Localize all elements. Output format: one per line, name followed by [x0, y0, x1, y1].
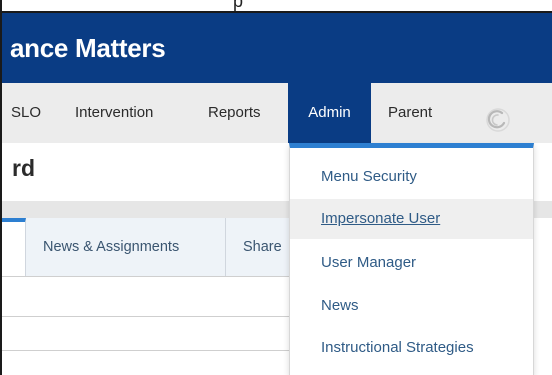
nav-item-parent[interactable]: Parent: [388, 83, 432, 143]
tab-share[interactable]: Share: [227, 218, 291, 276]
nav-item-slo[interactable]: SLO: [11, 83, 41, 143]
tab-news-assignments[interactable]: News & Assignments: [27, 218, 226, 276]
nav-item-admin[interactable]: Admin: [288, 83, 371, 143]
divider: [0, 316, 290, 317]
page-title: rd: [12, 155, 35, 181]
menu-item-menu-security[interactable]: Menu Security: [290, 157, 533, 197]
menu-item-impersonate-user[interactable]: Impersonate User: [290, 199, 533, 239]
app-title: ance Matters: [10, 33, 166, 63]
divider: [0, 276, 290, 277]
app-screen: p ance Matters SLO Intervention Reports …: [0, 0, 552, 375]
divider: [0, 350, 290, 351]
admin-dropdown-menu: Menu Security Impersonate User User Mana…: [289, 143, 534, 375]
app-header: ance Matters: [0, 13, 552, 83]
top-border: [0, 11, 552, 13]
loading-spinner-icon: [486, 108, 510, 132]
menu-item-instructional-strategies[interactable]: Instructional Strategies: [290, 328, 533, 368]
menu-item-user-manager[interactable]: User Manager: [290, 243, 533, 283]
main-nav: SLO Intervention Reports Admin Parent: [0, 83, 552, 143]
nav-item-reports[interactable]: Reports: [208, 83, 261, 143]
nav-item-intervention[interactable]: Intervention: [75, 83, 153, 143]
left-border: [0, 0, 2, 375]
menu-item-news[interactable]: News: [290, 286, 533, 326]
tab-active[interactable]: [0, 218, 26, 276]
